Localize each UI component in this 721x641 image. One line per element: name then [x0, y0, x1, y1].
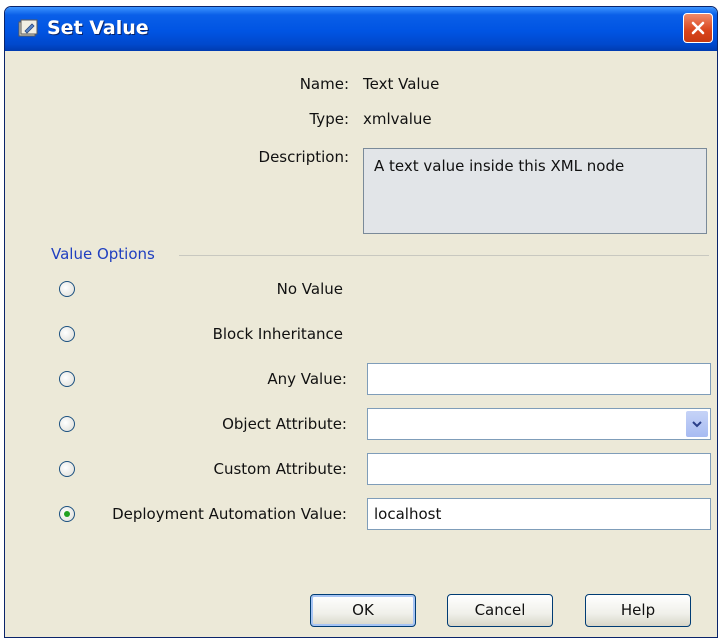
object-attribute-radio[interactable] [59, 416, 75, 432]
set-value-dialog: Set Value Name: Text Value Type: xmlvalu… [4, 6, 718, 638]
custom-attribute-input[interactable] [367, 453, 711, 485]
close-icon [691, 21, 705, 35]
description-label: Description: [258, 148, 349, 166]
custom-attribute-label: Custom Attribute: [213, 460, 347, 478]
window-title: Set Value [47, 17, 149, 39]
custom-attribute-radio[interactable] [59, 461, 75, 477]
title-bar[interactable]: Set Value [5, 7, 717, 51]
block-inheritance-label: Block Inheritance [212, 325, 343, 343]
no-value-radio[interactable] [59, 281, 75, 297]
type-label: Type: [309, 110, 349, 128]
deployment-automation-label: Deployment Automation Value: [112, 505, 347, 523]
any-value-radio[interactable] [59, 371, 75, 387]
dropdown-button[interactable] [686, 411, 708, 437]
deployment-automation-input[interactable]: localhost [367, 498, 711, 530]
any-value-label: Any Value: [267, 370, 347, 388]
settings-window-icon [18, 19, 38, 37]
name-value: Text Value [363, 75, 440, 93]
help-button[interactable]: Help [585, 594, 691, 627]
chevron-down-icon [692, 421, 702, 428]
value-options-title: Value Options [51, 245, 155, 263]
description-field: A text value inside this XML node [363, 148, 707, 234]
close-button[interactable] [683, 13, 713, 43]
deployment-automation-radio[interactable] [59, 506, 75, 522]
any-value-input[interactable] [367, 363, 711, 395]
object-attribute-label: Object Attribute: [222, 415, 347, 433]
type-value: xmlvalue [363, 110, 432, 128]
cancel-button[interactable]: Cancel [447, 594, 553, 627]
name-label: Name: [299, 75, 349, 93]
no-value-label: No Value [276, 280, 343, 298]
group-divider [179, 255, 709, 256]
object-attribute-select[interactable] [367, 408, 711, 440]
ok-button[interactable]: OK [310, 594, 416, 627]
block-inheritance-radio[interactable] [59, 326, 75, 342]
